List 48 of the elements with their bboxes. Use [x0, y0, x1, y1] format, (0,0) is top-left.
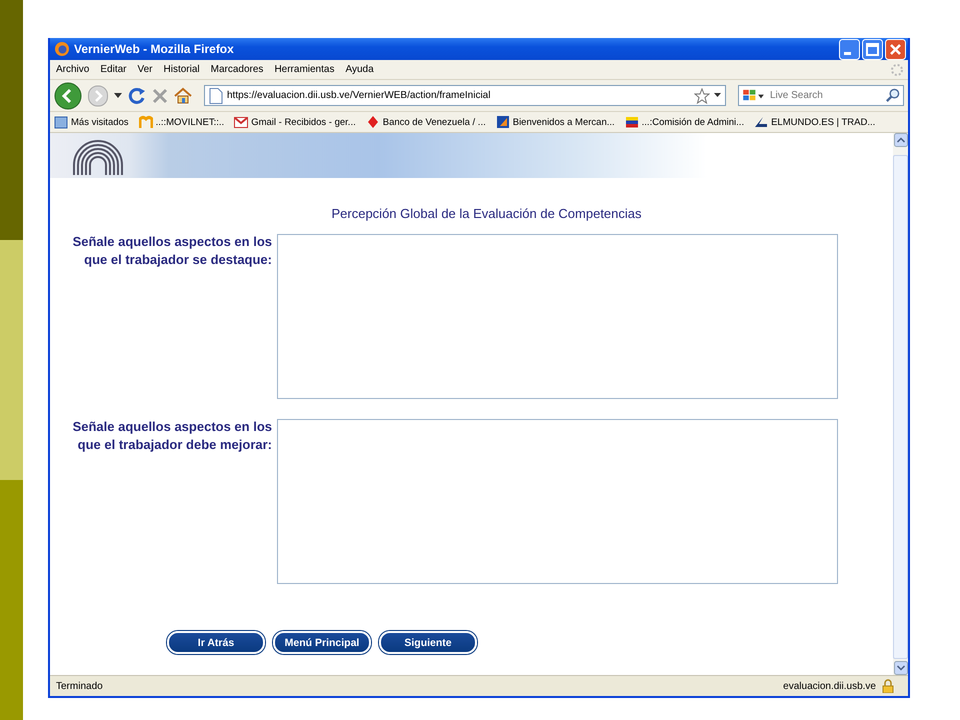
- menu-item[interactable]: Ver: [137, 64, 152, 75]
- url-text: https://evaluacion.dii.usb.ve/VernierWEB/action/frameInicial: [227, 90, 492, 101]
- menu-item[interactable]: Historial: [164, 64, 200, 75]
- windows-flag-icon[interactable]: [738, 85, 768, 106]
- dropdown-caret-icon[interactable]: [114, 92, 122, 98]
- bookmark-link[interactable]: ...:Comisión de Admini...: [624, 115, 744, 129]
- minimize-icon[interactable]: [839, 38, 860, 60]
- envelope-icon: [234, 115, 248, 129]
- bookmark-link[interactable]: Bienvenidos a Mercan...: [496, 115, 615, 129]
- field-label: Señale aquellos aspectos en los que el trabajador se destaque:: [72, 233, 272, 269]
- scroll-up-icon[interactable]: [894, 133, 908, 147]
- window-title: VernierWeb - Mozilla Firefox: [74, 42, 235, 56]
- padlock-icon: [882, 679, 894, 693]
- maximize-icon[interactable]: [862, 38, 883, 60]
- bookmark-link[interactable]: Gmail - Recibidos - ger...: [234, 115, 356, 129]
- bookmark-link[interactable]: ..::MOVILNET::..: [138, 115, 224, 129]
- globe-icon: [54, 41, 70, 57]
- menu-item[interactable]: Ayuda: [345, 64, 374, 75]
- nav-button[interactable]: Siguiente: [379, 631, 477, 654]
- status-text: Terminado: [56, 680, 104, 692]
- home-icon[interactable]: [174, 87, 192, 104]
- dropdown-caret-icon[interactable]: [714, 93, 721, 98]
- bookmark-link[interactable]: Más visitados: [54, 115, 129, 129]
- reload-icon[interactable]: [128, 86, 146, 104]
- menu-item[interactable]: Marcadores: [210, 64, 264, 75]
- square-icon: [496, 115, 510, 129]
- folder-icon: [54, 115, 68, 129]
- nav-button[interactable]: Menú Principal: [273, 631, 371, 654]
- nav-button[interactable]: Ir Atrás: [167, 631, 265, 654]
- domain-text: evaluacion.dii.usb.ve: [783, 680, 876, 692]
- menu-item[interactable]: Herramientas: [274, 64, 334, 75]
- search-icon[interactable]: [882, 85, 904, 106]
- field-label: Señale aquellos aspectos en los que el trabajador debe mejorar:: [72, 418, 272, 454]
- form-heading: Percepción Global de la Evaluación de Competencias: [330, 206, 643, 221]
- menu-item[interactable]: Archivo: [56, 64, 90, 75]
- bookmark-link[interactable]: ELMUNDO.ES | TRAD...: [754, 115, 876, 129]
- scroll-down-icon[interactable]: [894, 661, 908, 675]
- letter-m-icon: [138, 115, 153, 129]
- menu-item[interactable]: Editar: [100, 64, 126, 75]
- throbber-icon: [890, 62, 904, 76]
- flag-icon: [624, 115, 639, 129]
- search-field[interactable]: Live Search: [768, 85, 882, 106]
- bookmark-link[interactable]: Banco de Venezuela / ...: [366, 115, 486, 129]
- close-icon[interactable]: [885, 38, 906, 60]
- star-icon[interactable]: [694, 88, 710, 104]
- stop-icon[interactable]: [152, 88, 168, 104]
- page-icon: [209, 88, 223, 104]
- address-bar[interactable]: https://evaluacion.dii.usb.ve/VernierWEB/action/frameInicial: [204, 85, 726, 106]
